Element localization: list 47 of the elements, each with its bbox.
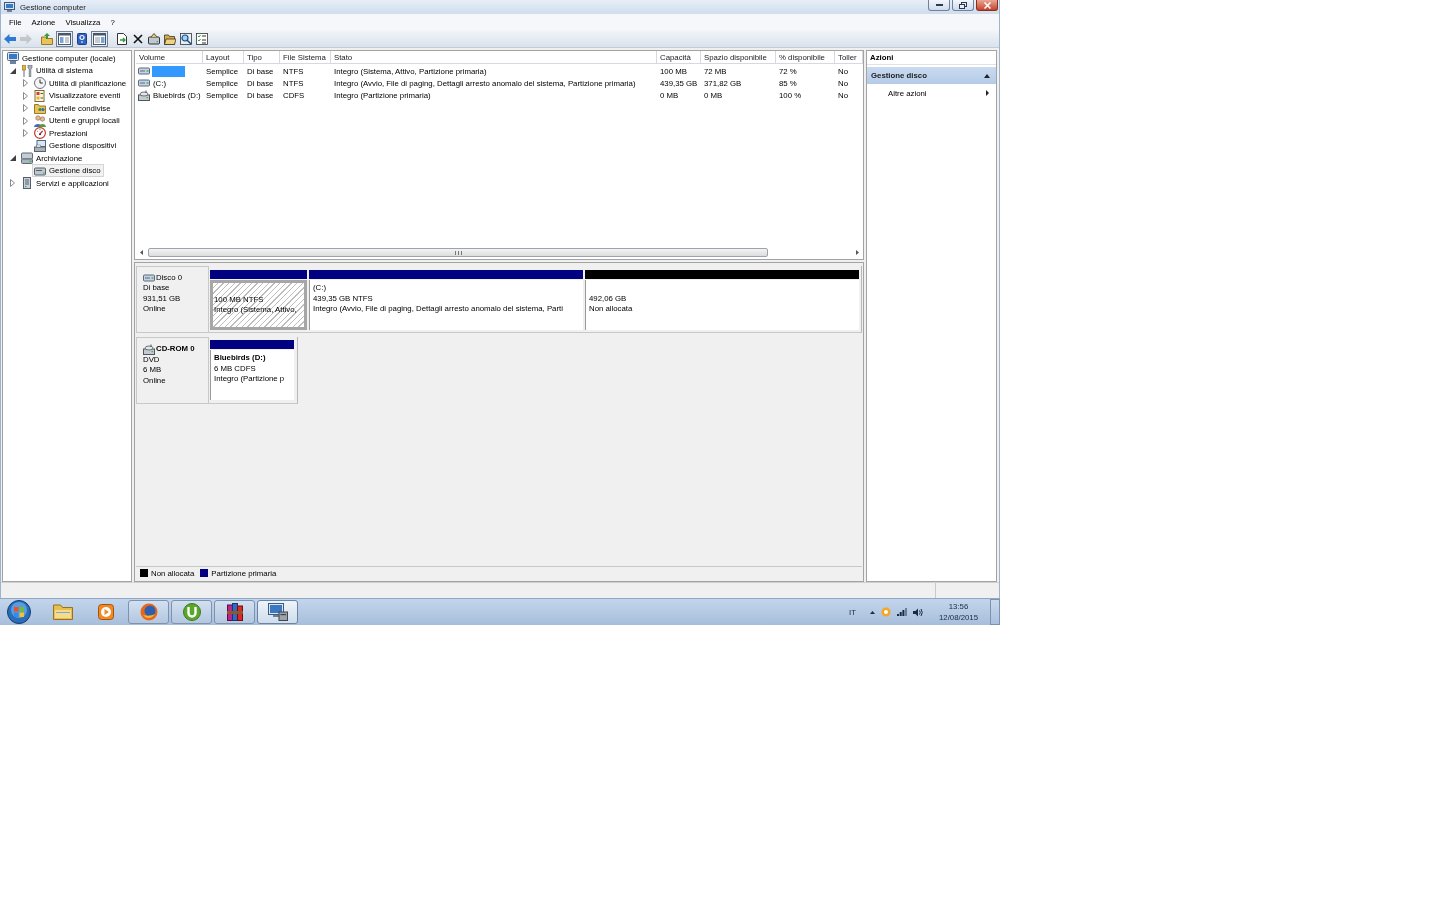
- minimize-icon: [935, 4, 943, 6]
- disk-drive-icon: [138, 67, 150, 75]
- collapse-caret-icon: [984, 73, 990, 78]
- tools-icon: [21, 64, 33, 77]
- books-icon[interactable]: [226, 603, 243, 621]
- arrow-right-icon: [855, 250, 859, 255]
- caret-icon[interactable]: [9, 155, 16, 162]
- disk-drive-icon: [143, 274, 155, 283]
- restore-icon: [959, 1, 967, 9]
- show-hidden-icons-button[interactable]: [869, 610, 875, 614]
- scrollbar-thumb[interactable]: [148, 248, 768, 257]
- restore-button[interactable]: [952, 0, 974, 11]
- cd-drive-icon: [138, 89, 150, 101]
- grip-icon: [454, 250, 462, 255]
- caret-icon[interactable]: [9, 67, 16, 74]
- computer-icon: [4, 2, 15, 12]
- signal-bars-icon[interactable]: [896, 608, 907, 616]
- globe-icon[interactable]: [139, 603, 158, 621]
- computer-icon: [7, 52, 19, 65]
- folder-icon[interactable]: [52, 604, 73, 620]
- disk-drive-icon: [138, 79, 150, 87]
- taskbar-button[interactable]: [171, 600, 212, 624]
- taskbar-button[interactable]: [214, 600, 255, 624]
- clock-icon: [34, 77, 46, 90]
- printer-icon: [34, 139, 46, 152]
- orb-icon: [7, 600, 31, 624]
- arrow-left-icon: [139, 250, 143, 255]
- storage-icon: [21, 152, 33, 165]
- taskbar-button[interactable]: [128, 600, 169, 624]
- close-icon: [983, 1, 991, 9]
- submenu-arrow-icon: [986, 90, 989, 96]
- speaker-icon[interactable]: [912, 607, 923, 617]
- media-player-icon[interactable]: [97, 604, 114, 620]
- disk-drive-icon: [34, 164, 46, 177]
- selection-highlight[interactable]: [152, 65, 185, 77]
- minimize-button[interactable]: [928, 0, 950, 11]
- u-circle-icon[interactable]: [182, 603, 201, 621]
- notebook-icon: [34, 89, 46, 102]
- caret-up-icon: [869, 610, 875, 614]
- folder-icon: [34, 102, 46, 115]
- users-icon: [34, 114, 46, 127]
- close-button[interactable]: [976, 0, 998, 11]
- gauge-icon: [34, 127, 46, 140]
- taskbar-button[interactable]: [257, 600, 298, 624]
- computer-icon[interactable]: [267, 603, 288, 621]
- server-icon: [21, 177, 33, 190]
- cd-drive-icon: [143, 344, 155, 355]
